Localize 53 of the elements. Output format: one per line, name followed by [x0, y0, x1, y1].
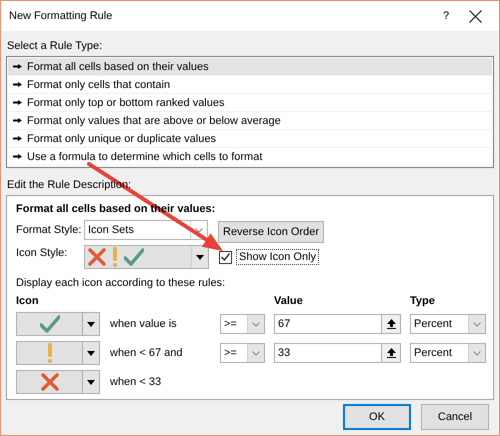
- close-icon[interactable]: [469, 10, 482, 22]
- column-header: Type: [410, 295, 436, 307]
- cross-icon: [40, 373, 58, 391]
- operator-select[interactable]: >=: [220, 343, 265, 363]
- condition-text: when < 33: [109, 376, 162, 388]
- icon-picker[interactable]: [16, 370, 100, 394]
- rule-type-item[interactable]: Format all cells based on their values: [8, 58, 492, 76]
- caret-icon: [195, 228, 203, 232]
- icon-picker[interactable]: [16, 341, 100, 365]
- pointer-icon: [13, 136, 22, 141]
- caret-icon: [473, 322, 481, 326]
- caret-icon: [87, 380, 95, 384]
- icon-picker[interactable]: [16, 312, 100, 336]
- reverse-order-button[interactable]: Reverse Icon Order: [218, 221, 324, 243]
- column-header: Icon: [16, 295, 40, 307]
- field-label: Format Style:: [16, 224, 82, 236]
- caret-icon: [473, 350, 481, 356]
- operator-select[interactable]: >=: [220, 314, 265, 334]
- checkmark-icon: [124, 248, 144, 266]
- format-style-select[interactable]: Icon Sets: [84, 220, 208, 240]
- pointer-icon: [13, 118, 22, 123]
- checkbox[interactable]: [219, 250, 232, 264]
- icon-style-select[interactable]: [84, 245, 209, 269]
- caret-icon: [87, 350, 95, 356]
- type-select[interactable]: Percent: [410, 343, 486, 363]
- rules-label: Display each icon according to these rules:: [16, 277, 226, 289]
- exclamation-icon: [112, 247, 118, 267]
- exclamation-icon: [46, 343, 52, 363]
- value-field[interactable]: 33: [274, 343, 401, 363]
- pointer-icon: [13, 64, 22, 69]
- column-header: Value: [274, 295, 304, 307]
- checkbox-label[interactable]: Show Icon Only: [236, 249, 320, 265]
- checkmark-icon: [40, 315, 60, 333]
- ok-button[interactable]: OK: [343, 404, 411, 430]
- type-select[interactable]: Percent: [410, 314, 486, 334]
- upload-icon: [386, 348, 396, 358]
- caret-icon: [252, 350, 260, 356]
- caret-icon: [196, 254, 204, 260]
- caret-icon: [252, 322, 260, 326]
- window-title: New Formatting Rule: [9, 10, 114, 22]
- cancel-button[interactable]: Cancel: [421, 404, 489, 430]
- caret-icon: [87, 322, 95, 326]
- help-button[interactable]: ?: [423, 10, 469, 22]
- field-label: Icon Style:: [16, 247, 68, 259]
- condition-text: when value is: [109, 318, 178, 330]
- value-field[interactable]: 67: [274, 314, 401, 334]
- pointer-icon: [13, 82, 22, 87]
- upload-icon: [386, 319, 396, 329]
- condition-text: when < 67 and: [109, 347, 184, 359]
- cross-icon: [88, 248, 106, 266]
- pointer-icon: [13, 154, 22, 159]
- section-label: Select a Rule Type:: [7, 39, 102, 53]
- pointer-icon: [13, 100, 22, 105]
